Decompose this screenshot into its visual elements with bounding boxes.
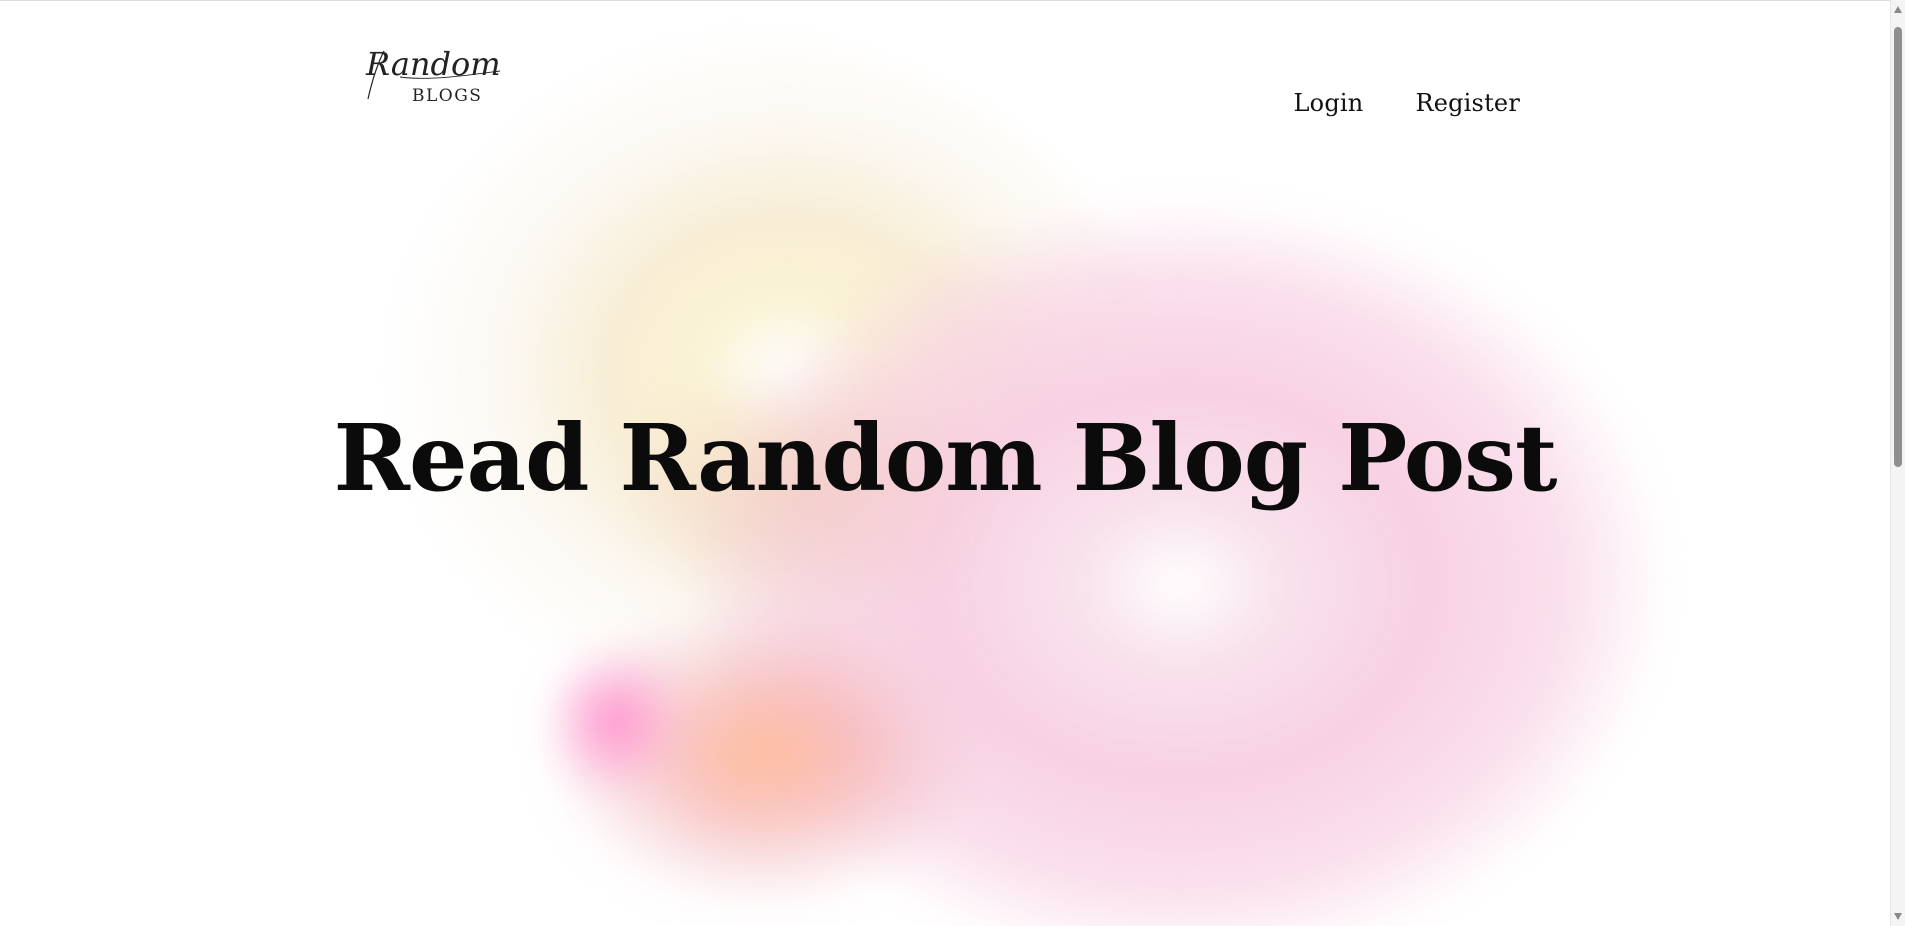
page-viewport: Random BLOGS Login Register Read Random … xyxy=(0,0,1890,926)
scroll-up-arrow-icon[interactable] xyxy=(1894,6,1902,13)
logo-caps-text: BLOGS xyxy=(412,86,482,106)
login-link[interactable]: Login xyxy=(1294,89,1364,117)
top-nav: Login Register xyxy=(1294,89,1520,117)
site-header: Random BLOGS Login Register xyxy=(360,41,1520,121)
random-blogs-logo-icon: Random BLOGS xyxy=(365,45,501,106)
logo-script-text: Random xyxy=(365,45,501,83)
site-logo[interactable]: Random BLOGS xyxy=(360,41,505,111)
background-pink-blob xyxy=(690,111,1670,926)
vertical-scrollbar[interactable] xyxy=(1890,0,1905,926)
background-magenta-blob xyxy=(540,641,690,801)
scroll-thumb[interactable] xyxy=(1894,27,1902,467)
background-peach-blob xyxy=(500,521,980,911)
hero-title: Read Random Blog Post xyxy=(333,404,1558,512)
register-link[interactable]: Register xyxy=(1415,89,1520,117)
scroll-down-arrow-icon[interactable] xyxy=(1894,913,1902,920)
